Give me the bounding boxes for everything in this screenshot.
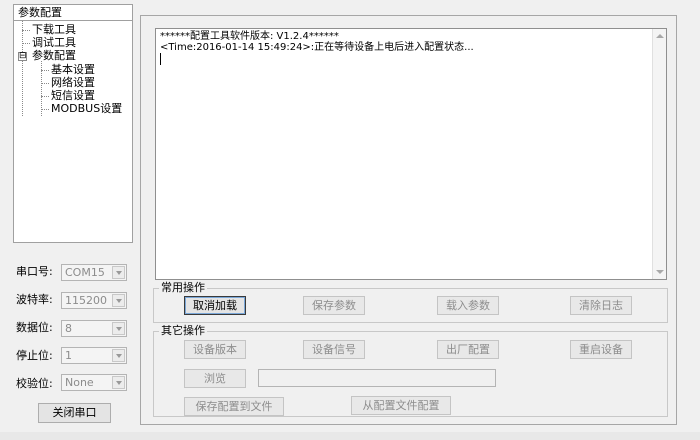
window-bottom-edge	[0, 432, 700, 440]
tree-item-network-settings[interactable]: 网络设置	[51, 76, 95, 89]
port-label: 串口号:	[16, 265, 53, 278]
tree-item-basic-settings[interactable]: 基本设置	[51, 63, 95, 76]
tree-item-sms-settings[interactable]: 短信设置	[51, 89, 95, 102]
close-port-button[interactable]: 关闭串口	[38, 403, 111, 423]
chevron-down-icon[interactable]	[112, 376, 125, 389]
common-ops-title: 常用操作	[159, 281, 207, 294]
chevron-down-icon[interactable]	[112, 349, 125, 362]
databits-value: 8	[65, 322, 72, 335]
baud-select[interactable]: 115200	[61, 292, 127, 309]
text-caret	[160, 53, 161, 65]
baud-value: 115200	[65, 294, 107, 307]
cancel-load-button[interactable]: 取消加载	[184, 296, 246, 315]
tree-item-download-tool[interactable]: 下载工具	[32, 23, 76, 36]
config-file-path-field[interactable]	[258, 369, 496, 387]
collapse-icon[interactable]: ⊟	[18, 52, 27, 61]
tree-item-debug-tool[interactable]: 调试工具	[32, 36, 76, 49]
databits-label: 数据位:	[16, 321, 53, 334]
stopbits-select[interactable]: 1	[61, 347, 127, 364]
chevron-down-icon[interactable]	[112, 294, 125, 307]
parity-select[interactable]: None	[61, 374, 127, 391]
load-params-button[interactable]: 载入参数	[437, 296, 499, 315]
tree-connector	[22, 30, 30, 31]
load-config-from-file-button[interactable]: 从配置文件配置	[351, 396, 451, 415]
port-value: COM15	[65, 266, 105, 279]
log-status-line: <Time:2016-01-14 15:49:24>:正在等待设备上电后进入配置…	[160, 42, 474, 53]
tree-connector	[41, 96, 49, 97]
port-select[interactable]: COM15	[61, 264, 127, 281]
factory-config-button[interactable]: 出厂配置	[437, 340, 499, 359]
tree-connector	[41, 83, 49, 84]
browse-button[interactable]: 浏览	[184, 369, 246, 388]
device-signal-button[interactable]: 设备信号	[303, 340, 365, 359]
chevron-down-icon[interactable]	[112, 322, 125, 335]
stopbits-value: 1	[65, 349, 72, 362]
restart-device-button[interactable]: 重启设备	[570, 340, 632, 359]
tree-connector	[22, 21, 23, 116]
clear-log-button[interactable]: 清除日志	[570, 296, 632, 315]
navigation-tree: 下载工具 调试工具 ⊟ 参数配置 基本设置 网络设置 短信设置 MODBUS设置	[13, 21, 133, 243]
log-textarea[interactable]: ******配置工具软件版本: V1.2.4****** <Time:2016-…	[155, 28, 667, 280]
tree-connector	[41, 109, 49, 110]
save-config-to-file-button[interactable]: 保存配置到文件	[184, 397, 284, 416]
chevron-down-icon[interactable]	[112, 266, 125, 279]
tree-item-param-config[interactable]: 参数配置	[32, 49, 76, 62]
save-params-button[interactable]: 保存参数	[303, 296, 365, 315]
stopbits-label: 停止位:	[16, 349, 53, 362]
scroll-down-arrow-icon[interactable]	[653, 266, 666, 279]
tree-item-modbus-settings[interactable]: MODBUS设置	[51, 102, 122, 115]
tree-header: 参数配置	[13, 4, 133, 21]
other-ops-title: 其它操作	[159, 324, 207, 337]
log-scrollbar[interactable]	[652, 29, 666, 279]
parity-label: 校验位:	[16, 377, 53, 390]
device-version-button[interactable]: 设备版本	[184, 340, 246, 359]
parity-value: None	[65, 376, 94, 389]
databits-select[interactable]: 8	[61, 320, 127, 337]
baud-label: 波特率:	[16, 293, 53, 306]
scroll-up-arrow-icon[interactable]	[653, 29, 666, 42]
tree-connector	[41, 70, 49, 71]
tree-connector	[22, 43, 30, 44]
